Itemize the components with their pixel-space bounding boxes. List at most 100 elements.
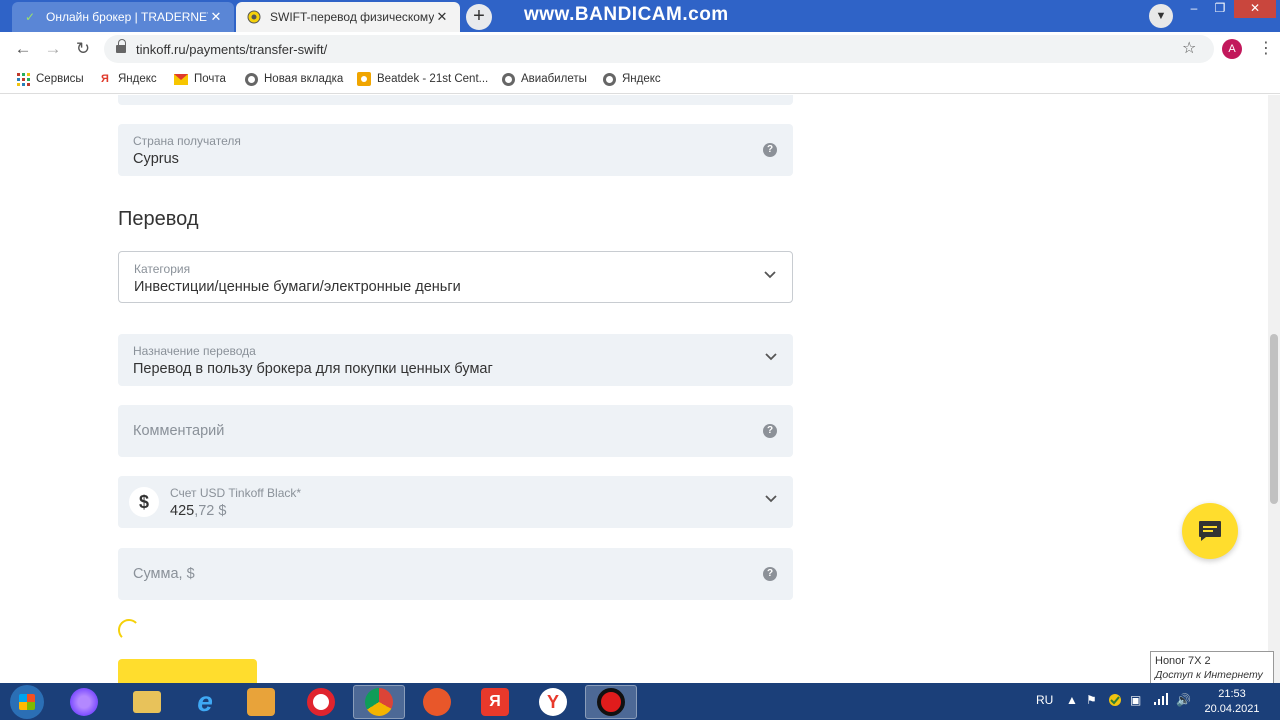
- yandex-y-icon: Y: [539, 688, 567, 716]
- apps-grid-icon: [16, 72, 30, 86]
- submit-button[interactable]: [118, 659, 257, 683]
- tab-close-icon[interactable]: ✕: [208, 9, 224, 25]
- reload-button[interactable]: ↻: [72, 38, 94, 60]
- tray-expand-icon[interactable]: ▲: [1066, 693, 1078, 707]
- field-value: Инвестиции/ценные бумаги/электронные ден…: [134, 279, 461, 295]
- new-tab-button[interactable]: +: [466, 4, 492, 30]
- field-label: Назначение перевода: [133, 344, 256, 358]
- field-value: Перевод в пользу брокера для покупки цен…: [133, 361, 493, 377]
- field-placeholder: Комментарий: [133, 423, 225, 439]
- window-minimize-button[interactable]: –: [1182, 0, 1206, 18]
- bookmark-label: Яндекс: [622, 73, 661, 85]
- transfer-purpose-select[interactable]: Назначение перевода Перевод в пользу бро…: [118, 334, 793, 386]
- yandex-icon: Я: [101, 73, 109, 85]
- field-label: Категория: [134, 262, 191, 276]
- account-select[interactable]: $ Счет USD Tinkoff Black* 425,72 $: [118, 476, 793, 528]
- bookmark-label: Новая вкладка: [264, 73, 344, 85]
- category-select[interactable]: Категория Инвестиции/ценные бумаги/элект…: [118, 251, 793, 303]
- taskbar-media-player[interactable]: [235, 685, 287, 719]
- scrollbar-thumb[interactable]: [1270, 334, 1278, 504]
- tab-title: SWIFT-перевод физическому лицу: [270, 10, 434, 24]
- previous-field[interactable]: [118, 95, 793, 105]
- url-text: tinkoff.ru/payments/transfer-swift/: [136, 42, 328, 57]
- chevron-down-icon: [764, 268, 776, 280]
- chevron-down-icon: [765, 492, 777, 504]
- taskbar-ie[interactable]: e: [179, 685, 231, 719]
- window-close-button[interactable]: ✕: [1234, 0, 1276, 18]
- globe-icon: [244, 72, 258, 86]
- bookmark-yandex[interactable]: Я Яндекс: [98, 72, 157, 86]
- taskbar-media-app[interactable]: [411, 685, 463, 719]
- field-placeholder: Сумма, $: [133, 566, 195, 582]
- tab-search-icon[interactable]: ▼: [1149, 4, 1173, 28]
- taskbar-alice[interactable]: [58, 685, 110, 719]
- media-player-icon: [247, 688, 275, 716]
- tray-app-icon[interactable]: [1108, 693, 1122, 710]
- amount-input[interactable]: Сумма, $ ?: [118, 548, 793, 600]
- action-center-flag-icon[interactable]: ⚑: [1086, 693, 1097, 707]
- taskbar-explorer[interactable]: [121, 685, 173, 719]
- dollar-icon: $: [129, 487, 159, 517]
- taskbar-yandex[interactable]: Y: [527, 685, 579, 719]
- bookmark-label: Яндекс: [118, 73, 157, 85]
- section-title: Перевод: [118, 208, 199, 230]
- start-button[interactable]: [10, 685, 44, 719]
- help-icon[interactable]: ?: [763, 424, 777, 438]
- language-indicator[interactable]: RU: [1036, 693, 1053, 707]
- bookmark-flights[interactable]: Авиабилеты: [501, 72, 587, 86]
- network-status: Доступ к Интернету: [1155, 669, 1263, 681]
- chat-button[interactable]: [1182, 503, 1238, 559]
- bookmark-star-icon[interactable]: ☆: [1182, 38, 1196, 58]
- bookmark-mail[interactable]: Почта: [174, 72, 226, 86]
- globe-icon: [602, 72, 616, 86]
- taskbar-chrome[interactable]: [353, 685, 405, 719]
- browser-menu-icon[interactable]: ⋮: [1258, 38, 1274, 58]
- balance-integer: 425: [170, 503, 195, 519]
- taskbar-bandicam[interactable]: [585, 685, 637, 719]
- comment-input[interactable]: Комментарий ?: [118, 405, 793, 457]
- forward-button[interactable]: →: [42, 38, 64, 60]
- bookmark-services[interactable]: Сервисы: [16, 72, 84, 86]
- tab-swift-transfer[interactable]: SWIFT-перевод физическому лицу ✕: [236, 2, 460, 32]
- loading-spinner-icon: [118, 619, 140, 641]
- bandicam-watermark: www.BANDICAM.com: [524, 4, 729, 25]
- help-icon[interactable]: ?: [763, 567, 777, 581]
- yandex-browser-icon: Я: [481, 688, 509, 716]
- help-icon[interactable]: ?: [763, 143, 777, 157]
- tab-strip: ✓ Онлайн брокер | TRADERNET ✕ SWIFT-пере…: [0, 0, 1280, 32]
- clock-date: 20.04.2021: [1204, 703, 1260, 715]
- tab-tradernet[interactable]: ✓ Онлайн брокер | TRADERNET ✕: [12, 2, 234, 32]
- bookmark-new-tab[interactable]: Новая вкладка: [244, 72, 343, 86]
- clock-time: 21:53: [1218, 688, 1246, 700]
- window-maximize-button[interactable]: ❐: [1208, 0, 1232, 18]
- system-clock[interactable]: 21:53 20.04.2021: [1196, 687, 1268, 717]
- globe-icon: [501, 72, 515, 86]
- profile-avatar[interactable]: А: [1222, 39, 1242, 59]
- taskbar-opera[interactable]: [295, 685, 347, 719]
- taskbar-yandex-browser[interactable]: Я: [469, 685, 521, 719]
- record-icon: [597, 688, 625, 716]
- account-balance: 425,72 $: [170, 503, 226, 519]
- bookmark-beatdek[interactable]: Beatdek - 21st Cent...: [357, 72, 488, 86]
- tradernet-favicon-icon: ✓: [24, 10, 36, 24]
- opera-icon: [307, 688, 335, 716]
- internet-explorer-icon: e: [197, 686, 213, 717]
- field-label: Страна получателя: [133, 134, 241, 148]
- tab-close-icon[interactable]: ✕: [434, 9, 450, 25]
- back-button[interactable]: ←: [12, 38, 34, 60]
- recipient-country-field[interactable]: Страна получателя Cyprus ?: [118, 124, 793, 176]
- bookmark-yandex-2[interactable]: Яндекс: [602, 72, 661, 86]
- bookmarks-bar: Сервисы Я Яндекс Почта Новая вкладка Bea…: [0, 66, 1280, 94]
- network-device-name: Honor 7X 2: [1155, 655, 1211, 667]
- power-icon[interactable]: ▣: [1130, 693, 1141, 707]
- volume-icon[interactable]: 🔊: [1176, 693, 1191, 707]
- address-bar[interactable]: tinkoff.ru/payments/transfer-swift/: [104, 35, 1214, 63]
- beatdek-icon: [357, 72, 371, 86]
- page-content: Страна получателя Cyprus ? Перевод Катег…: [0, 95, 1268, 683]
- network-signal-icon[interactable]: [1154, 693, 1168, 708]
- field-value: Cyprus: [133, 151, 179, 167]
- tinkoff-favicon-icon: [246, 9, 262, 25]
- chrome-icon: [365, 688, 393, 716]
- alice-assistant-icon: [70, 688, 98, 716]
- bookmark-label: Сервисы: [36, 73, 84, 85]
